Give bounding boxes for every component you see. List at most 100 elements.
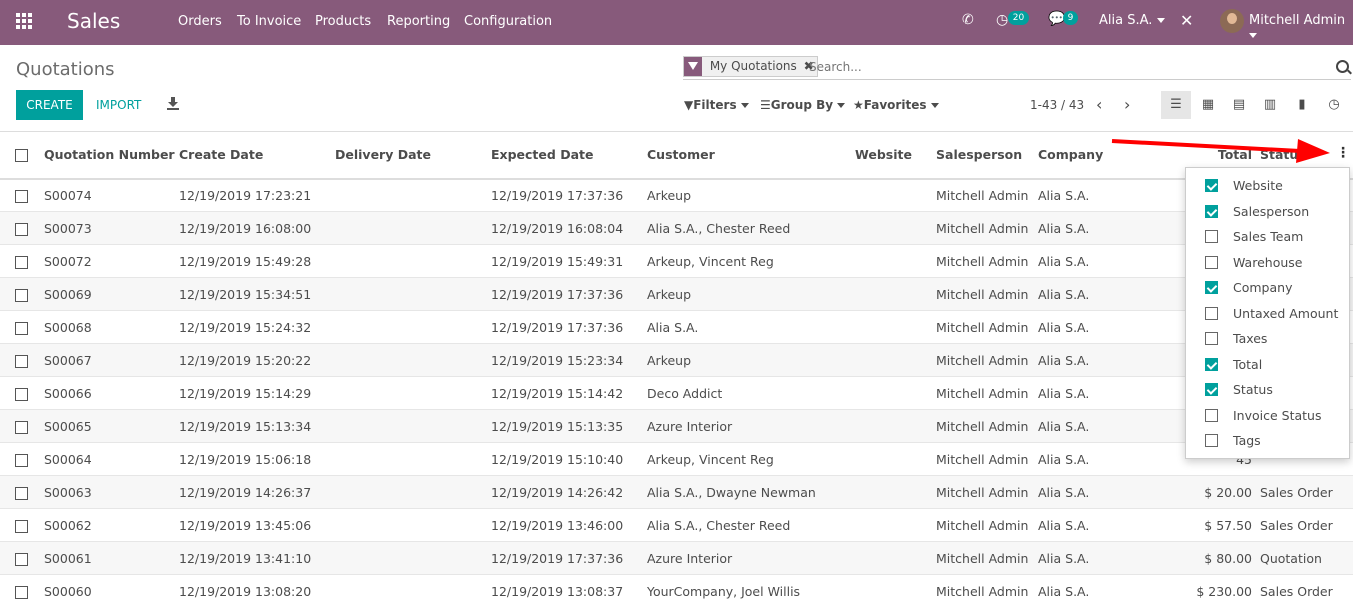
cell-delivery — [335, 178, 491, 212]
table-row[interactable]: S00061 12/19/2019 13:41:10 12/19/2019 17:3… — [0, 541, 1353, 575]
row-checkbox[interactable] — [15, 255, 28, 269]
row-checkbox[interactable] — [15, 222, 28, 236]
column-toggle-checkbox[interactable] — [1205, 357, 1218, 371]
table-row[interactable]: S00062 12/19/2019 13:45:06 12/19/2019 13:4… — [0, 508, 1353, 542]
table-row[interactable]: S00067 12/19/2019 15:20:22 12/19/2019 15:2… — [0, 343, 1353, 377]
row-checkbox[interactable] — [15, 321, 28, 335]
header-company[interactable]: Company — [1038, 131, 1138, 180]
app-brand[interactable]: Sales — [67, 9, 120, 33]
column-toggle-checkbox[interactable] — [1205, 434, 1218, 447]
activity-view-icon[interactable]: ◷ — [1319, 91, 1349, 119]
column-toggle-item[interactable]: Untaxed Amount — [1186, 301, 1351, 326]
list-view-icon[interactable]: ☰ — [1161, 91, 1191, 119]
group-by-dropdown[interactable]: ☰Group By — [760, 98, 846, 112]
row-checkbox[interactable] — [15, 552, 28, 566]
table-row[interactable]: S00069 12/19/2019 15:34:51 12/19/2019 17:3… — [0, 277, 1353, 311]
pager-next-icon[interactable]: › — [1124, 95, 1130, 114]
favorites-dropdown[interactable]: ★Favorites — [853, 98, 939, 112]
table-row[interactable]: S00068 12/19/2019 15:24:32 12/19/2019 17:3… — [0, 310, 1353, 344]
cell-company: Alia S.A. — [1038, 343, 1138, 377]
row-checkbox[interactable] — [15, 288, 28, 302]
header-expected-date[interactable]: Expected Date — [491, 131, 647, 180]
cell-customer: Azure Interior — [647, 409, 855, 443]
column-toggle-item[interactable]: Taxes — [1186, 326, 1351, 351]
row-checkbox[interactable] — [15, 387, 28, 401]
table-row[interactable]: S00073 12/19/2019 16:08:00 12/19/2019 16:0… — [0, 211, 1353, 245]
header-delivery-date[interactable]: Delivery Date — [335, 131, 491, 180]
cell-website — [855, 343, 936, 377]
phone-icon[interactable]: ✆ — [962, 12, 974, 28]
column-toggle-checkbox[interactable] — [1205, 255, 1218, 269]
header-quotation-number[interactable]: Quotation Number — [44, 131, 179, 180]
table-row[interactable]: S00065 12/19/2019 15:13:34 12/19/2019 15:1… — [0, 409, 1353, 443]
menu-products[interactable]: Products — [315, 14, 371, 29]
column-toggle-item[interactable]: Company — [1186, 275, 1351, 300]
column-toggle-item[interactable]: Sales Team — [1186, 224, 1351, 249]
graph-view-icon[interactable]: ▮ — [1287, 91, 1317, 119]
kanban-view-icon[interactable]: ▦ — [1193, 91, 1223, 119]
table-row[interactable]: S00072 12/19/2019 15:49:28 12/19/2019 15:4… — [0, 244, 1353, 278]
column-toggle-checkbox[interactable] — [1205, 179, 1218, 192]
column-toggle-label: Untaxed Amount — [1233, 305, 1339, 321]
avatar[interactable] — [1220, 9, 1244, 33]
apps-grid-icon[interactable] — [16, 13, 34, 31]
column-toggle-item[interactable]: Tags — [1186, 428, 1351, 453]
row-checkbox[interactable] — [15, 486, 28, 500]
pivot-view-icon[interactable]: ▥ — [1255, 91, 1285, 119]
row-checkbox[interactable] — [15, 453, 28, 467]
cell-customer: Azure Interior — [647, 541, 855, 575]
table-row[interactable]: S00074 12/19/2019 17:23:21 12/19/2019 17:3… — [0, 178, 1353, 212]
download-icon[interactable] — [167, 97, 179, 110]
row-checkbox[interactable] — [15, 420, 28, 434]
column-toggle-item[interactable]: Website — [1186, 173, 1351, 198]
header-create-date[interactable]: Create Date — [179, 131, 335, 180]
search-input[interactable] — [809, 58, 1309, 76]
column-toggle-checkbox[interactable] — [1205, 383, 1218, 396]
header-website[interactable]: Website — [855, 131, 936, 180]
header-salesperson[interactable]: Salesperson — [936, 131, 1038, 180]
search-icon[interactable] — [1336, 60, 1349, 73]
column-toggle-item[interactable]: Total — [1186, 352, 1351, 377]
table-row[interactable]: S00063 12/19/2019 14:26:37 12/19/2019 14:2… — [0, 475, 1353, 509]
company-switcher[interactable]: Alia S.A. — [1099, 13, 1165, 28]
menu-reporting[interactable]: Reporting — [387, 14, 450, 29]
row-checkbox[interactable] — [15, 354, 28, 368]
menu-to-invoice[interactable]: To Invoice — [237, 14, 301, 29]
filters-dropdown[interactable]: ▼Filters — [684, 98, 749, 112]
column-toggle-checkbox[interactable] — [1205, 306, 1218, 320]
column-toggle-checkbox[interactable] — [1205, 204, 1218, 218]
chevron-down-icon — [1156, 18, 1165, 23]
column-toggle-checkbox[interactable] — [1205, 281, 1218, 294]
table-row[interactable]: S00060 12/19/2019 13:08:20 12/19/2019 13:0… — [0, 574, 1353, 608]
activity-clock-icon[interactable]: ◷ — [996, 12, 1008, 28]
pager-prev-icon[interactable]: ‹ — [1096, 95, 1102, 114]
column-toggle-label: Company — [1233, 280, 1293, 295]
table-row[interactable]: S00064 12/19/2019 15:06:18 12/19/2019 15:1… — [0, 442, 1353, 476]
menu-orders[interactable]: Orders — [178, 14, 222, 29]
column-toggle-label: Invoice Status — [1233, 407, 1322, 423]
row-checkbox[interactable] — [15, 585, 28, 599]
cell-create: 12/19/2019 14:26:37 — [179, 475, 335, 509]
row-checkbox[interactable] — [15, 189, 28, 203]
column-toggle-checkbox[interactable] — [1205, 332, 1218, 345]
column-toggle-item[interactable]: Invoice Status — [1186, 403, 1351, 428]
column-toggle-item[interactable]: Warehouse — [1186, 250, 1351, 275]
column-toggle-item[interactable]: Salesperson — [1186, 199, 1351, 224]
column-toggle-checkbox[interactable] — [1205, 230, 1218, 243]
create-button[interactable]: CREATE — [16, 90, 83, 120]
select-all-checkbox[interactable] — [15, 149, 28, 163]
table-row[interactable]: S00066 12/19/2019 15:14:29 12/19/2019 15:1… — [0, 376, 1353, 410]
column-toggle-checkbox[interactable] — [1205, 408, 1218, 422]
user-menu[interactable]: Mitchell Admin — [1249, 13, 1353, 43]
calendar-view-icon[interactable]: ▤ — [1224, 91, 1254, 119]
cell-website — [855, 277, 936, 311]
header-customer[interactable]: Customer — [647, 131, 855, 180]
column-options-icon[interactable]: ⋮ — [1336, 145, 1350, 161]
import-button[interactable]: IMPORT — [96, 98, 141, 112]
cell-website — [855, 508, 936, 542]
menu-configuration[interactable]: Configuration — [464, 14, 552, 29]
debug-tools-icon[interactable]: ✕ — [1180, 11, 1193, 30]
pager-value[interactable]: 1-43 / 43 — [1030, 98, 1084, 112]
column-toggle-item[interactable]: Status — [1186, 377, 1351, 402]
row-checkbox[interactable] — [15, 519, 28, 533]
